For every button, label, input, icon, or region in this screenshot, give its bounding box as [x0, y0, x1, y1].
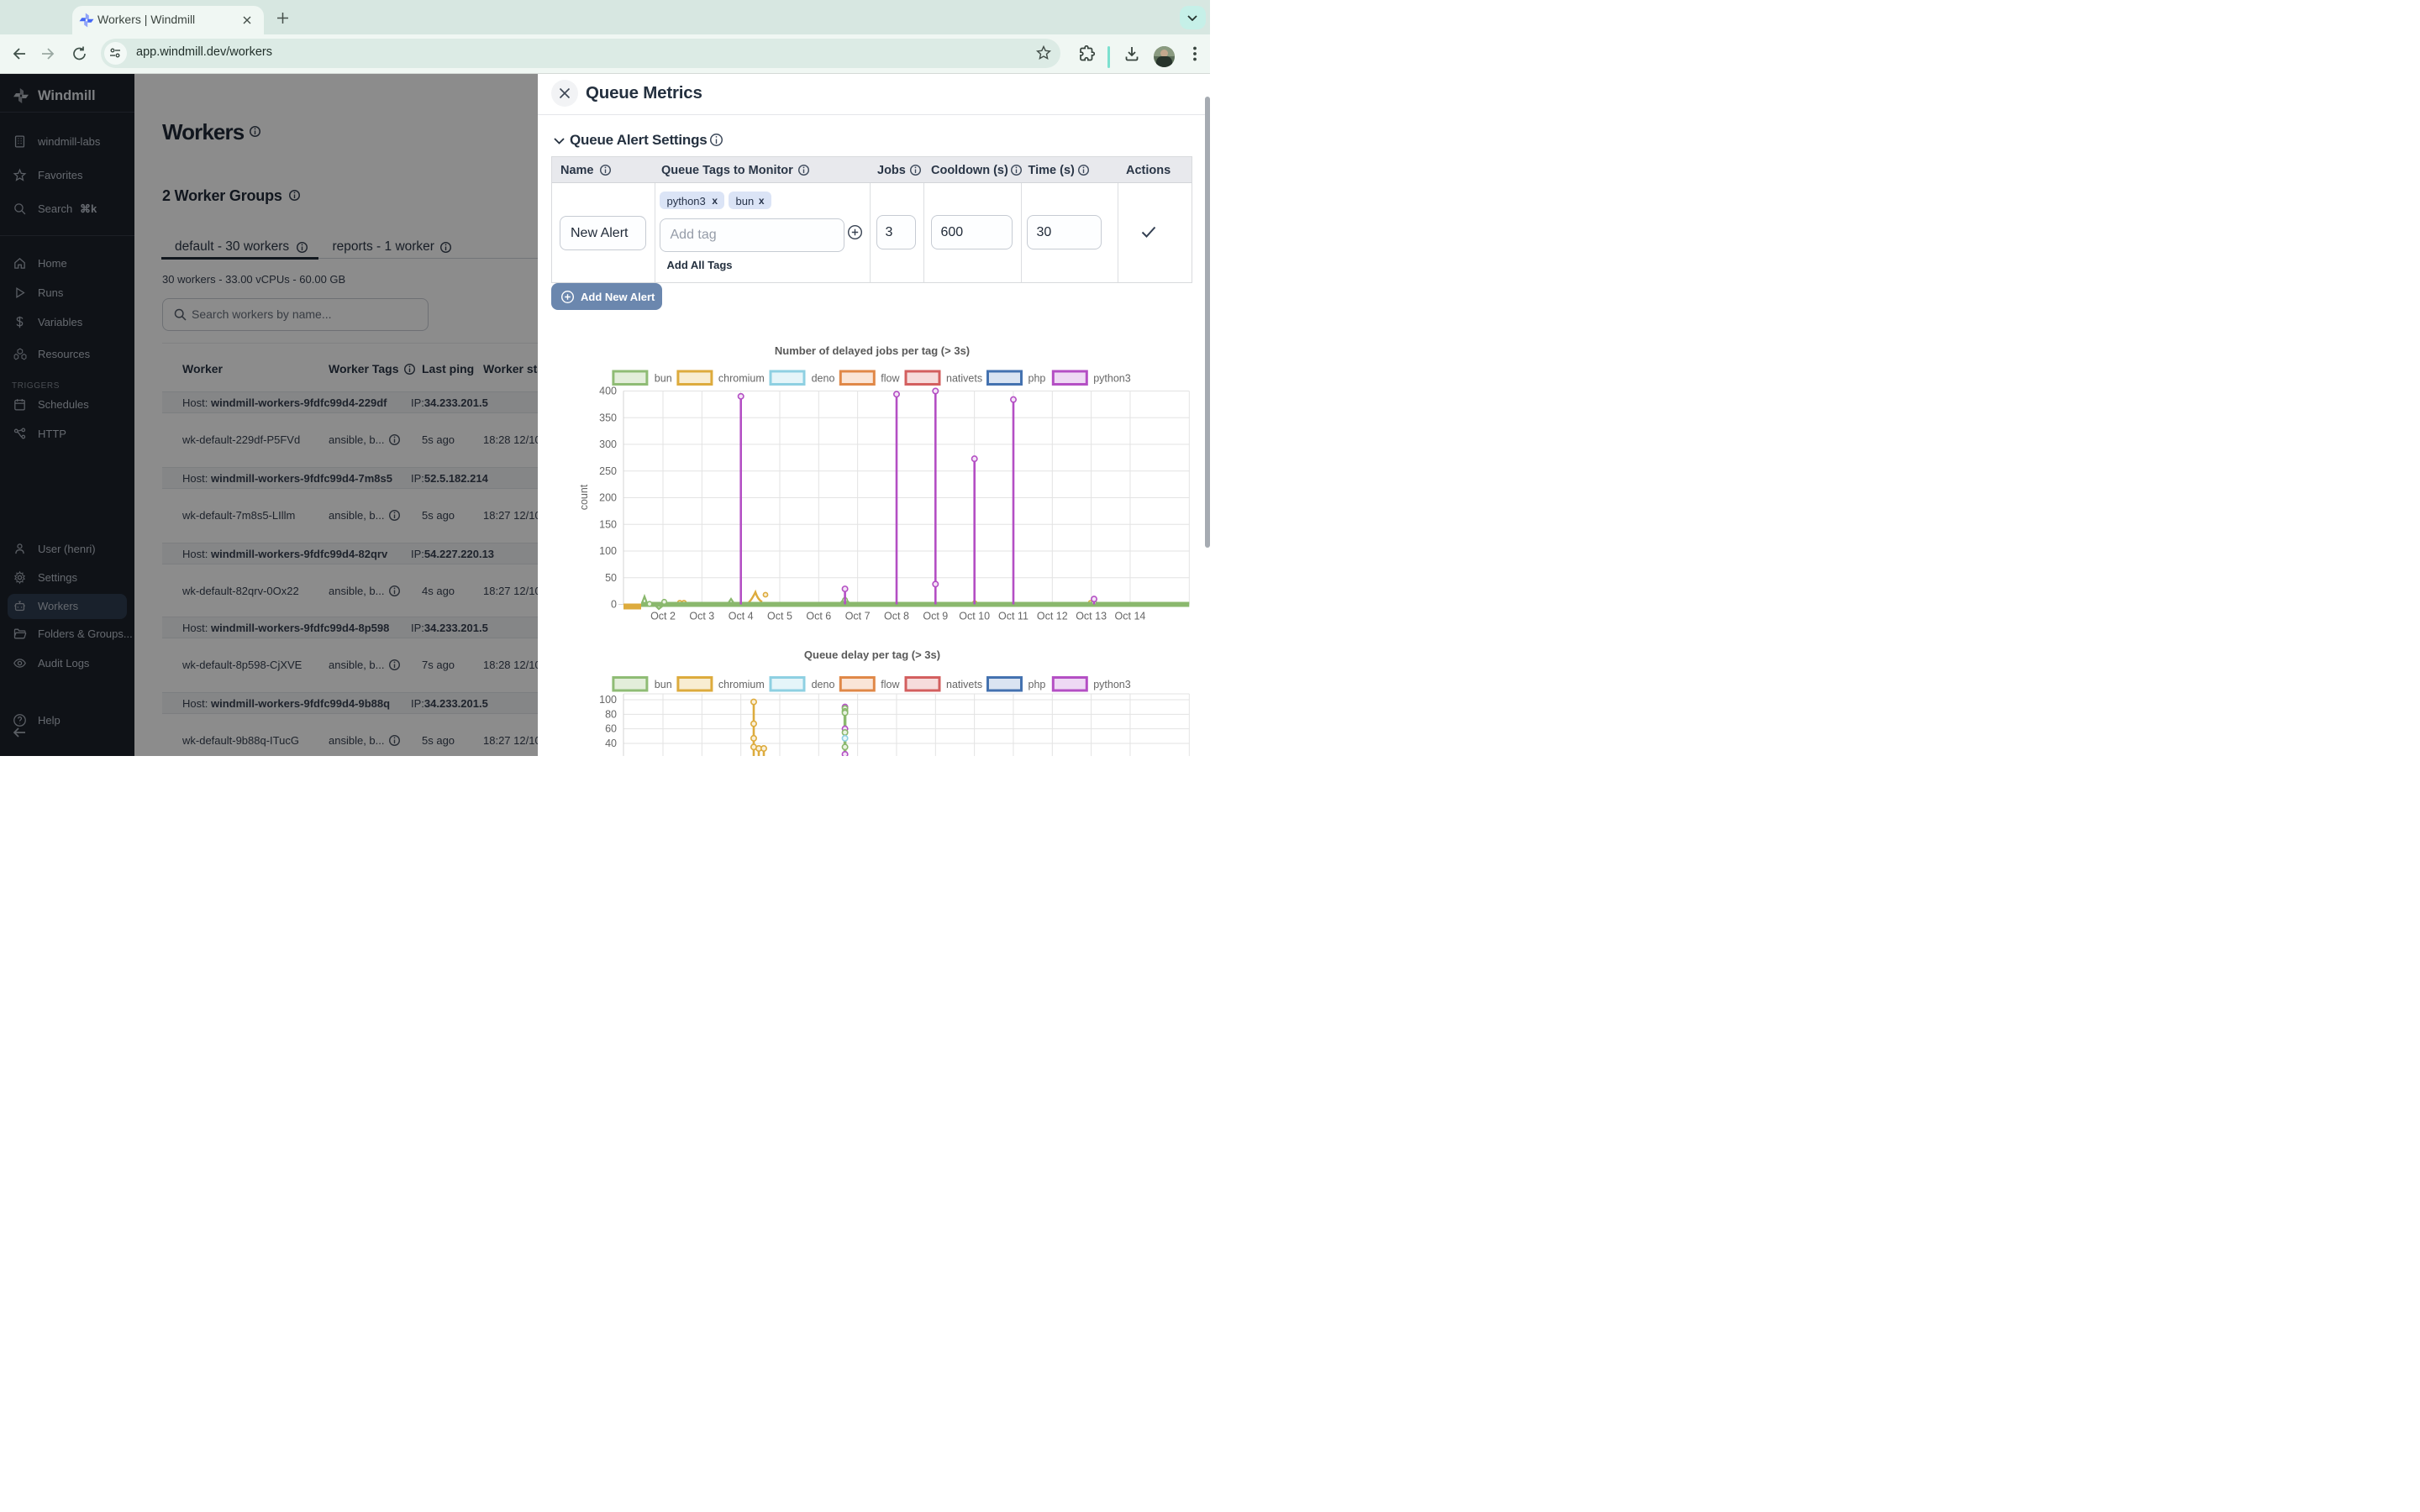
svg-text:deno: deno: [812, 679, 835, 690]
svg-text:chromium: chromium: [718, 679, 765, 690]
svg-text:40: 40: [605, 738, 617, 749]
svg-text:python3: python3: [1093, 679, 1131, 690]
svg-text:80: 80: [605, 708, 617, 720]
svg-text:bun: bun: [655, 679, 672, 690]
svg-text:nativets: nativets: [946, 679, 982, 690]
svg-text:60: 60: [605, 723, 617, 735]
svg-text:Queue delay per tag (> 3s): Queue delay per tag (> 3s): [804, 648, 940, 661]
svg-text:flow: flow: [881, 679, 900, 690]
svg-text:php: php: [1028, 679, 1046, 690]
svg-text:100: 100: [599, 694, 617, 706]
